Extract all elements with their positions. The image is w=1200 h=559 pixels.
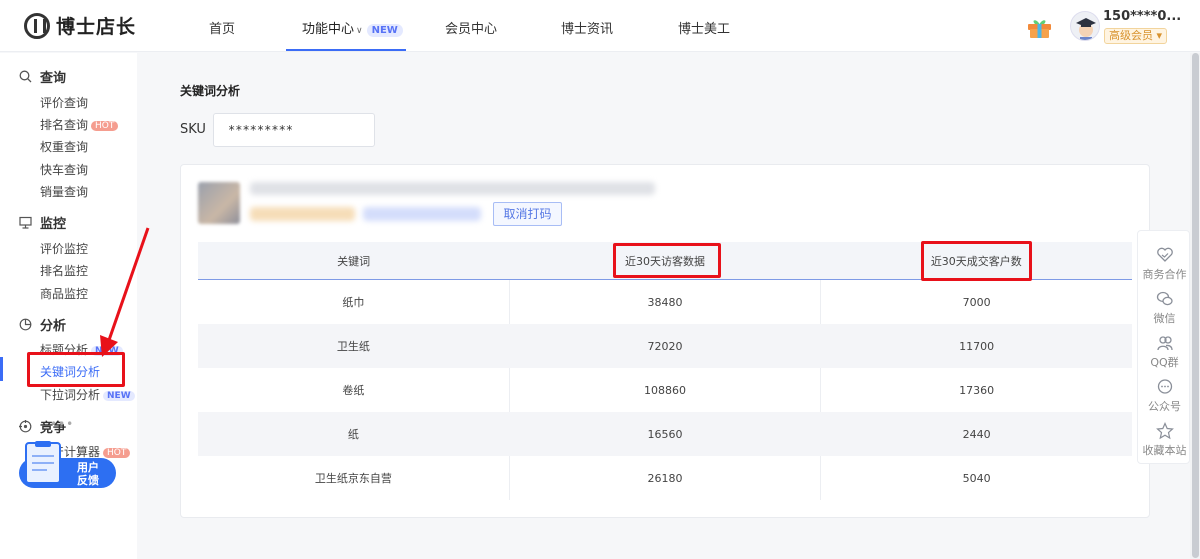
pie-icon: [18, 318, 32, 332]
table-row: 纸巾 38480 7000: [198, 280, 1132, 324]
cell-visitors: 38480: [508, 280, 821, 324]
cell-keyword: 卷纸: [342, 384, 365, 397]
blurred-shop-tag: [363, 207, 481, 221]
page-title: 关键词分析: [180, 84, 241, 98]
cell-buyers: 2440: [820, 412, 1132, 456]
sidebar-group-label: 监控: [40, 217, 67, 232]
more-dots[interactable]: •••: [50, 417, 74, 431]
sku-label: SKU: [180, 122, 206, 137]
brand-logo[interactable]: 博士店长: [24, 12, 136, 39]
sidebar-item-sales-query[interactable]: 销量查询: [40, 183, 88, 200]
nav-active-indicator: [286, 49, 406, 51]
caret-down-icon: ▾: [1156, 29, 1163, 42]
star-icon: [1155, 422, 1174, 440]
cell-visitors: 72020: [508, 324, 821, 368]
float-item-qq-group[interactable]: QQ群: [1138, 334, 1191, 370]
feedback-button[interactable]: 用户 反馈: [19, 441, 117, 489]
feedback-line1: 用户: [77, 460, 99, 474]
table-row: 卫生纸京东自营 26180 5040: [198, 456, 1132, 500]
floating-toolbar: 商务合作 微信 QQ群 公众号 收藏本站: [1137, 230, 1190, 464]
nav-home[interactable]: 首页: [209, 18, 235, 37]
chevron-down-icon: ∨: [356, 26, 363, 36]
sidebar-item-dropdown-analysis[interactable]: 下拉词分析 NEW: [40, 386, 135, 403]
nav-function-center[interactable]: 功能中心 ∨ NEW: [302, 18, 403, 37]
nav-design[interactable]: 博士美工: [678, 18, 730, 37]
cell-buyers: 7000: [820, 280, 1132, 324]
sidebar-group-monitor: 监控: [18, 213, 66, 232]
sidebar-item-product-monitor[interactable]: 商品监控: [40, 285, 88, 302]
sidebar-active-indicator: [0, 357, 3, 381]
sidebar-item-review-monitor[interactable]: 评价监控: [40, 240, 88, 257]
cell-keyword: 纸: [347, 428, 359, 441]
handshake-icon: [1156, 247, 1173, 262]
cell-visitors: 108860: [508, 368, 821, 412]
avatar[interactable]: [1070, 11, 1100, 41]
highlight-box-visitors: [613, 243, 721, 278]
monitor-icon: [18, 216, 32, 230]
sidebar-item-rank-query[interactable]: 排名查询 HOT: [40, 116, 119, 133]
blurred-price-tag: [250, 207, 355, 221]
new-badge: NEW: [366, 24, 403, 37]
col-keyword: 关键词: [337, 254, 371, 268]
member-level-label: 高级会员: [1109, 29, 1153, 42]
brand-name: 博士店长: [56, 16, 137, 38]
sidebar-item-label: 排名查询: [40, 118, 89, 132]
member-level-badge[interactable]: 高级会员 ▾: [1104, 28, 1168, 44]
search-icon: [18, 70, 32, 84]
sidebar-group-query: 查询: [18, 67, 66, 86]
float-item-label: 收藏本站: [1142, 444, 1187, 457]
cell-visitors: 26180: [508, 456, 821, 500]
float-item-label: 商务合作: [1142, 268, 1187, 281]
avatar-graduate-icon: [1076, 18, 1096, 40]
sidebar-group-analysis: 分析: [18, 315, 66, 334]
float-item-wechat[interactable]: 微信: [1138, 290, 1191, 326]
float-item-label: QQ群: [1150, 356, 1179, 369]
float-item-business[interactable]: 商务合作: [1138, 246, 1191, 282]
wechat-icon: [1156, 291, 1173, 306]
scrollbar-thumb[interactable]: [1192, 53, 1199, 558]
group-icon: [1156, 336, 1173, 351]
target-icon: [18, 420, 32, 434]
cell-buyers: 5040: [820, 456, 1132, 500]
cell-buyers: 17360: [820, 368, 1132, 412]
table-row: 纸 16560 2440: [198, 412, 1132, 456]
float-item-label: 公众号: [1148, 400, 1181, 413]
hot-badge: HOT: [91, 121, 119, 131]
sidebar-item-review-query[interactable]: 评价查询: [40, 94, 88, 111]
top-bar: 博士店长 首页 功能中心 ∨ NEW 会员中心 博士资讯 博士美工 150****0…: [0, 0, 1200, 52]
red-arrow-annotation: [100, 227, 150, 357]
sidebar-item-rank-monitor[interactable]: 排名监控: [40, 262, 88, 279]
table-row: 卫生纸 72020 11700: [198, 324, 1132, 368]
sidebar-item-express-query[interactable]: 快车查询: [40, 161, 88, 178]
sidebar-item-weight-query[interactable]: 权重查询: [40, 138, 88, 155]
nav-member-center[interactable]: 会员中心: [445, 18, 497, 37]
sku-input[interactable]: [213, 113, 375, 147]
feedback-clipboard-icon: 用户 反馈: [19, 441, 116, 488]
chat-bubble-icon: [1157, 379, 1172, 394]
cell-buyers: 11700: [820, 324, 1132, 368]
gift-icon[interactable]: [1027, 17, 1052, 39]
new-badge: NEW: [103, 391, 135, 401]
cell-keyword: 卫生纸京东自营: [314, 472, 392, 485]
float-item-bookmark[interactable]: 收藏本站: [1138, 422, 1191, 458]
unmask-button[interactable]: 取消打码: [493, 202, 562, 226]
table-row: 卷纸 108860 17360: [198, 368, 1132, 412]
blurred-product-title: [250, 182, 655, 195]
sidebar-group-label: 查询: [40, 71, 67, 86]
cell-keyword: 纸巾: [342, 296, 365, 309]
username[interactable]: 150****0...: [1103, 9, 1181, 24]
cell-visitors: 16560: [508, 412, 821, 456]
float-item-official-account[interactable]: 公众号: [1138, 378, 1191, 414]
sidebar-group-label: 分析: [40, 319, 67, 334]
feedback-line2: 反馈: [77, 473, 99, 487]
highlight-box-buyers: [921, 241, 1032, 281]
cell-keyword: 卫生纸: [336, 340, 370, 353]
logo-mark-icon: [24, 12, 50, 39]
nav-function-center-label: 功能中心: [302, 22, 355, 37]
product-thumbnail: [198, 182, 240, 224]
float-item-label: 微信: [1153, 312, 1176, 325]
nav-news[interactable]: 博士资讯: [561, 18, 613, 37]
sidebar-item-label: 下拉词分析: [40, 388, 101, 402]
